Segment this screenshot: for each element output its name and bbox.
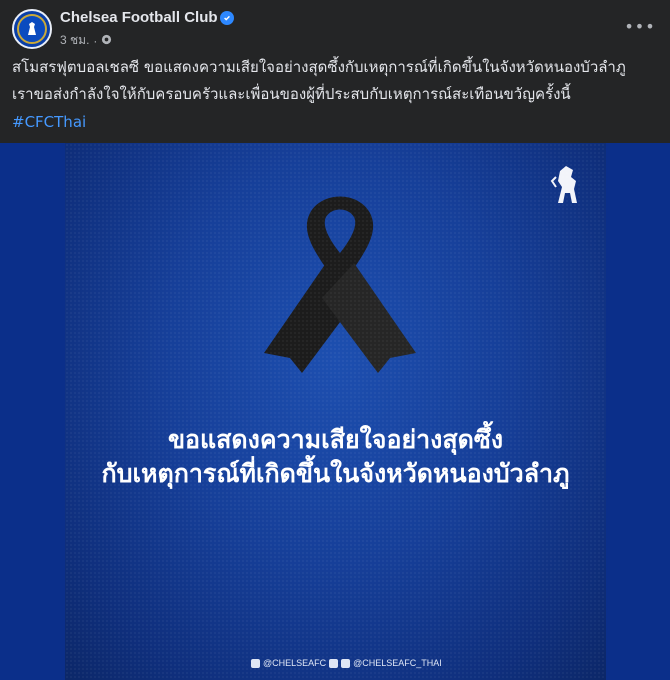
facebook-icon (251, 658, 260, 668)
post-caption: สโมสรฟุตบอลเชลซี ขอแสดงความเสียใจอย่างสุ… (12, 54, 657, 136)
mourning-ribbon-icon (264, 196, 416, 373)
social-handles: @CHELSEAFC @CHELSEAFC_THAI (251, 658, 442, 668)
post-meta: 3 ชม. · (60, 31, 112, 50)
caption-line: สโมสรฟุตบอลเชลซี ขอแสดงความเสียใจอย่างสุ… (12, 58, 626, 76)
condolence-headline: ขอแสดงความเสียใจอย่างสุดซึ้ง กับเหตุการณ… (65, 423, 606, 491)
more-options-button[interactable]: ••• (624, 12, 656, 40)
post-media[interactable]: ขอแสดงความเสียใจอย่างสุดซึ้ง กับเหตุการณ… (0, 143, 670, 680)
chelsea-crest-icon (17, 14, 47, 44)
verified-badge-icon (220, 11, 234, 25)
post-header: Chelsea Football Club 3 ชม. · ••• (0, 0, 670, 56)
post-timestamp[interactable]: 3 ชม. (60, 31, 89, 50)
page-avatar[interactable] (12, 9, 52, 49)
line-icon (341, 658, 351, 668)
headline-line: กับเหตุการณ์ที่เกิดขึ้นในจังหวัดหนองบัวล… (101, 459, 570, 488)
hashtag-link[interactable]: #CFCThai (12, 109, 86, 136)
handle-chelsea-thai: @CHELSEAFC_THAI (353, 658, 442, 668)
handle-chelsea: @CHELSEAFC (263, 658, 327, 668)
meta-separator: · (93, 33, 98, 48)
caption-line: เราขอส่งกำลังใจให้กับครอบครัวและเพื่อนขอ… (12, 85, 571, 103)
page-name-link[interactable]: Chelsea Football Club (60, 9, 218, 26)
facebook-post: Chelsea Football Club 3 ชม. · ••• สโมสรฟ… (0, 0, 670, 680)
post-image[interactable]: ขอแสดงความเสียใจอย่างสุดซึ้ง กับเหตุการณ… (65, 143, 606, 680)
twitter-icon (329, 658, 339, 668)
more-horizontal-icon: ••• (624, 16, 656, 36)
chelsea-lion-logo-icon (550, 166, 577, 203)
globe-icon (101, 34, 112, 48)
headline-line: ขอแสดงความเสียใจอย่างสุดซึ้ง (167, 425, 504, 454)
